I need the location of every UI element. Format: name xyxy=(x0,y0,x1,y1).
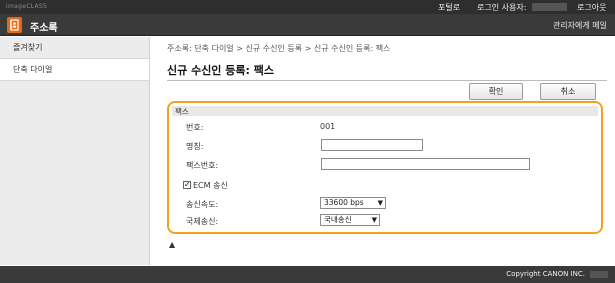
name-label: 명칭: xyxy=(186,142,204,151)
address-book-icon xyxy=(7,17,22,33)
intl-send-label: 국제송신: xyxy=(186,217,219,226)
fax-number-label: 팩스번호: xyxy=(186,161,219,170)
ok-button[interactable]: 확인 xyxy=(469,83,523,100)
sidebar: 즐겨찾기 단축 다이얼 xyxy=(0,37,150,265)
intl-send-value: 국내송신 xyxy=(324,215,352,224)
login-user-label: 로그인 사용자: xyxy=(477,3,527,12)
fax-settings-panel: 팩스 번호: 001 명칭: 팩스번호: ECM 송신 송신속도: 33600 … xyxy=(167,101,603,234)
ecm-row: ECM 송신 xyxy=(183,180,228,191)
app-header: 주소록 관리자에게 메일 xyxy=(0,14,615,36)
speed-label: 송신속도: xyxy=(186,200,219,209)
back-to-top-icon[interactable]: ▲ xyxy=(169,240,175,249)
number-value: 001 xyxy=(320,122,336,131)
main-content: 주소록: 단축 다이얼 > 신규 수신인 등록 > 신규 수신인 등록: 팩스 … xyxy=(151,37,615,265)
logout-link[interactable]: 로그아웃 xyxy=(577,2,606,13)
cancel-button[interactable]: 취소 xyxy=(540,83,596,100)
chevron-down-icon: ▼ xyxy=(377,199,383,207)
sidebar-item-favorites[interactable]: 즐겨찾기 xyxy=(0,37,149,59)
login-user-name xyxy=(532,3,567,11)
section-header: 팩스 xyxy=(172,106,598,116)
footer: Copyright CANON INC. xyxy=(0,266,615,283)
mail-admin-link[interactable]: 관리자에게 메일 xyxy=(553,20,607,31)
breadcrumb[interactable]: 주소록: 단축 다이얼 > 신규 수신인 등록 > 신규 수신인 등록: 팩스 xyxy=(167,43,390,54)
ecm-label: ECM 송신 xyxy=(193,181,228,190)
sidebar-item-speed-dial[interactable]: 단축 다이얼 xyxy=(0,59,149,81)
portal-link[interactable]: 포털로 xyxy=(438,2,460,13)
page-title: 신규 수신인 등록: 팩스 xyxy=(167,64,274,77)
number-label: 번호: xyxy=(186,123,204,132)
top-bar: imageCLASS 포털로 로그인 사용자: 로그아웃 xyxy=(0,0,615,14)
section-title: 팩스 xyxy=(175,107,189,116)
name-field[interactable] xyxy=(321,139,423,151)
ecm-checkbox[interactable] xyxy=(183,180,191,189)
chevron-down-icon: ▼ xyxy=(371,216,377,224)
title-divider xyxy=(167,80,607,81)
speed-value: 33600 bps xyxy=(324,198,364,207)
version-info xyxy=(590,271,608,278)
app-title: 주소록 xyxy=(30,23,58,34)
device-name: imageCLASS xyxy=(6,3,48,10)
intl-send-select[interactable]: 국내송신 ▼ xyxy=(320,214,380,226)
speed-select[interactable]: 33600 bps ▼ xyxy=(320,197,386,209)
fax-number-field[interactable] xyxy=(321,158,530,170)
copyright: Copyright CANON INC. xyxy=(506,270,585,278)
